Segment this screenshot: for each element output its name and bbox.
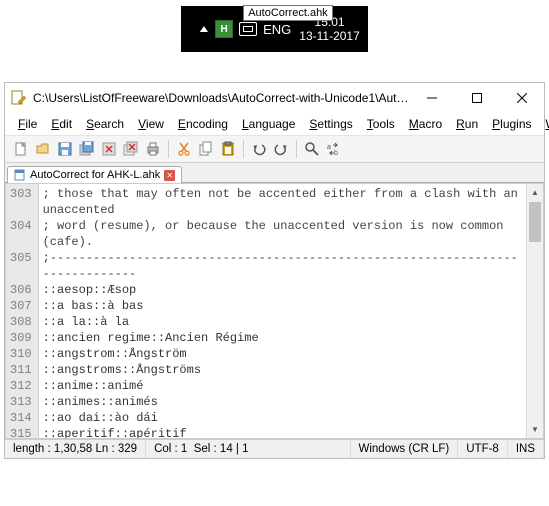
menu-bar: FileEditSearchViewEncodingLanguageSettin…	[5, 113, 544, 136]
cut-button[interactable]	[174, 139, 194, 159]
app-icon	[11, 90, 27, 106]
tab-close-icon[interactable]: ✕	[164, 170, 175, 181]
title-bar[interactable]: C:\Users\ListOfFreeware\Downloads\AutoCo…	[5, 83, 544, 113]
undo-button[interactable]	[249, 139, 269, 159]
menu-edit[interactable]: Edit	[44, 115, 79, 133]
replace-button[interactable]: ab	[324, 139, 344, 159]
svg-text:b: b	[334, 150, 338, 157]
copy-button[interactable]	[196, 139, 216, 159]
file-tab[interactable]: AutoCorrect for AHK-L.ahk ✕	[7, 166, 182, 183]
open-file-button[interactable]	[33, 139, 53, 159]
print-button[interactable]	[143, 139, 163, 159]
new-file-button[interactable]	[11, 139, 31, 159]
editor-area: 3033043053063073083093103113123133143153…	[5, 183, 544, 439]
language-indicator[interactable]: ENG	[263, 22, 291, 37]
tab-label: AutoCorrect for AHK-L.ahk	[30, 169, 160, 181]
menu-run[interactable]: Run	[449, 115, 485, 133]
file-icon	[14, 169, 26, 181]
close-file-button[interactable]	[99, 139, 119, 159]
save-all-button[interactable]	[77, 139, 97, 159]
window-title: C:\Users\ListOfFreeware\Downloads\AutoCo…	[33, 91, 409, 105]
status-encoding[interactable]: UTF-8	[458, 440, 508, 458]
toolbar: ab	[5, 136, 544, 163]
close-all-button[interactable]	[121, 139, 141, 159]
save-button[interactable]	[55, 139, 75, 159]
status-bar: length : 1,30,58 Ln : 329 Col : 1 Sel : …	[5, 439, 544, 458]
tray-chevron-up-icon[interactable]: ▲	[197, 24, 211, 35]
paste-button[interactable]	[218, 139, 238, 159]
clock-date: 13-11-2017	[299, 29, 360, 43]
status-insert-mode[interactable]: INS	[508, 440, 544, 458]
notepadpp-window: C:\Users\ListOfFreeware\Downloads\AutoCo…	[4, 82, 545, 459]
toolbar-separator	[168, 140, 169, 158]
menu-settings[interactable]: Settings	[302, 115, 359, 133]
menu-search[interactable]: Search	[79, 115, 131, 133]
status-eol[interactable]: Windows (CR LF)	[351, 440, 459, 458]
vertical-scrollbar[interactable]: ▲ ▼	[526, 184, 543, 438]
tab-bar: AutoCorrect for AHK-L.ahk ✕	[5, 163, 544, 183]
svg-text:a: a	[327, 144, 331, 151]
menu-language[interactable]: Language	[235, 115, 302, 133]
autohotkey-tray-icon[interactable]: H	[215, 20, 233, 38]
menu-window[interactable]: Window	[539, 115, 549, 133]
line-number-gutter: 3033043053063073083093103113123133143153…	[6, 184, 39, 438]
toolbar-separator	[243, 140, 244, 158]
menu-macro[interactable]: Macro	[402, 115, 449, 133]
menu-encoding[interactable]: Encoding	[171, 115, 235, 133]
input-indicator-icon[interactable]	[239, 22, 257, 36]
redo-button[interactable]	[271, 139, 291, 159]
scroll-up-icon[interactable]: ▲	[527, 184, 543, 201]
menu-plugins[interactable]: Plugins	[485, 115, 538, 133]
status-length: length : 1,30,58 Ln : 329	[5, 440, 146, 458]
menu-tools[interactable]: Tools	[360, 115, 402, 133]
maximize-button[interactable]	[454, 84, 499, 113]
menu-file[interactable]: File	[11, 115, 44, 133]
system-tray: AutoCorrect.ahk ▲ H ENG 15:01 13-11-2017	[181, 6, 368, 52]
scroll-thumb[interactable]	[529, 202, 541, 242]
status-position: Col : 1 Sel : 14 | 1	[146, 440, 350, 458]
find-button[interactable]	[302, 139, 322, 159]
minimize-button[interactable]	[409, 84, 454, 113]
close-button[interactable]	[499, 84, 544, 113]
toolbar-separator	[296, 140, 297, 158]
tray-tooltip: AutoCorrect.ahk	[243, 5, 332, 21]
menu-view[interactable]: View	[131, 115, 171, 133]
code-editor[interactable]: ; those that may often not be accented e…	[39, 184, 526, 438]
scroll-down-icon[interactable]: ▼	[527, 421, 543, 438]
